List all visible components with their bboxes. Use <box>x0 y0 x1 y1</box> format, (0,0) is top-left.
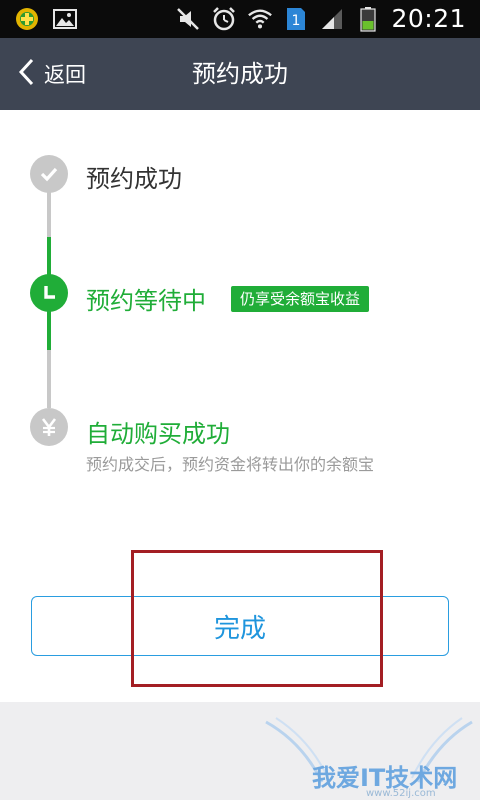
alarm-icon <box>211 6 237 32</box>
clock-icon <box>30 274 68 312</box>
sim-1-icon: 1 <box>283 6 309 32</box>
clock-time: 20:21 <box>391 4 466 33</box>
mute-icon <box>175 6 201 32</box>
watermark-url: www.52ij.com <box>366 788 436 799</box>
status-bar: 1 20:21 <box>0 0 480 38</box>
status-badge: 仍享受余额宝收益 <box>231 286 370 312</box>
wifi-icon <box>247 6 273 32</box>
content-area: 预约成功 预约等待中 仍享受余额宝收益 自动购买成功 预约成交后，预约资金将转出… <box>0 110 480 702</box>
step-title-booked: 预约成功 <box>86 165 182 193</box>
chevron-left-icon <box>16 57 36 91</box>
step-title-waiting: 预约等待中 <box>86 287 206 315</box>
timeline-connector <box>47 350 51 408</box>
back-button[interactable]: 返回 <box>16 38 106 110</box>
step-description: 预约成交后，预约资金将转出你的余额宝 <box>86 455 375 474</box>
yuan-icon <box>30 408 68 446</box>
signal-icon <box>319 6 345 32</box>
battery-icon <box>355 6 381 32</box>
timeline-connector <box>47 192 51 237</box>
title-bar: 返回 预约成功 <box>0 38 480 110</box>
watermark: 我爱IT技术网 www.52ij.com <box>262 712 476 799</box>
svg-text:1: 1 <box>292 13 301 29</box>
app-notification-icon <box>14 6 40 32</box>
done-button[interactable]: 完成 <box>31 596 449 656</box>
check-icon <box>30 155 68 193</box>
image-notification-icon <box>52 6 78 32</box>
step-title-auto-purchase: 自动购买成功 <box>86 420 230 448</box>
back-label: 返回 <box>44 63 86 87</box>
done-button-label: 完成 <box>213 613 266 644</box>
